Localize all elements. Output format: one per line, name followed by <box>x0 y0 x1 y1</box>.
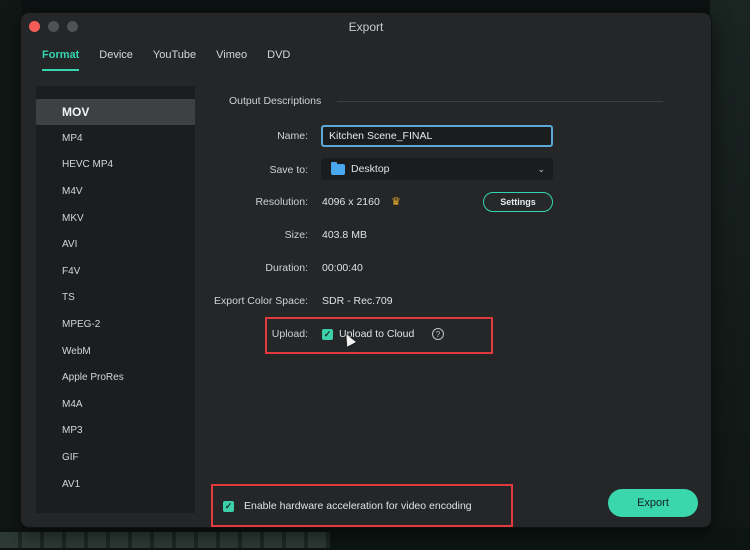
format-item-gif[interactable]: GIF <box>36 444 195 471</box>
size-value: 403.8 MB <box>322 229 367 241</box>
output-section-title: Output Descriptions <box>229 95 322 107</box>
background-editor-right <box>710 0 750 550</box>
size-label: Size: <box>284 229 308 241</box>
save-to-select[interactable]: Desktop ⌄ <box>321 158 553 180</box>
window-controls <box>29 21 78 32</box>
format-item-ts[interactable]: TS <box>36 285 195 312</box>
background-editor-left <box>0 0 22 550</box>
upload-highlight-box <box>265 317 493 354</box>
tab-format[interactable]: Format <box>32 41 89 81</box>
format-item-mp4[interactable]: MP4 <box>36 125 195 152</box>
name-input[interactable] <box>321 125 553 147</box>
timeline-thumbnails <box>0 532 330 548</box>
crown-icon: ♛ <box>391 196 401 208</box>
window-title: Export <box>348 20 384 34</box>
format-item-mkv[interactable]: MKV <box>36 205 195 232</box>
format-item-hevc-mp4[interactable]: HEVC MP4 <box>36 152 195 179</box>
format-item-mov[interactable]: MOV <box>36 99 195 125</box>
color-space-value: SDR - Rec.709 <box>322 295 393 307</box>
tab-dvd[interactable]: DVD <box>257 41 300 81</box>
export-button[interactable]: Export <box>608 489 698 517</box>
title-bar: Export <box>21 13 711 41</box>
section-divider <box>337 101 663 102</box>
settings-button[interactable]: Settings <box>483 192 553 212</box>
format-item-f4v[interactable]: F4V <box>36 258 195 285</box>
format-item-mp3[interactable]: MP3 <box>36 418 195 445</box>
resolution-label: Resolution: <box>255 196 308 208</box>
zoom-window-button[interactable] <box>67 21 78 32</box>
color-space-label: Export Color Space: <box>214 295 308 307</box>
duration-label: Duration: <box>265 262 308 274</box>
format-item-av1[interactable]: AV1 <box>36 471 195 498</box>
export-dialog: Export Format Device YouTube Vimeo DVD M… <box>21 13 711 527</box>
duration-value: 00:00:40 <box>322 262 363 274</box>
save-to-value: Desktop <box>351 163 390 175</box>
format-item-apple-prores[interactable]: Apple ProRes <box>36 364 195 391</box>
hw-accel-highlight-box <box>211 484 513 527</box>
format-item-avi[interactable]: AVI <box>36 231 195 258</box>
folder-icon <box>331 161 345 175</box>
format-item-webm[interactable]: WebM <box>36 338 195 365</box>
resolution-value: 4096 x 2160 <box>322 196 380 208</box>
format-item-m4v[interactable]: M4V <box>36 178 195 205</box>
tab-device[interactable]: Device <box>89 41 143 81</box>
name-label: Name: <box>277 130 308 142</box>
format-item-mpeg-2[interactable]: MPEG-2 <box>36 311 195 338</box>
background-timeline <box>0 528 750 550</box>
close-window-button[interactable] <box>29 21 40 32</box>
tab-youtube[interactable]: YouTube <box>143 41 206 81</box>
export-tabs: Format Device YouTube Vimeo DVD <box>21 41 711 81</box>
chevron-down-icon: ⌄ <box>537 164 545 174</box>
save-to-label: Save to: <box>269 164 308 176</box>
format-list: MOV MP4 HEVC MP4 M4V MKV AVI F4V TS MPEG… <box>36 86 195 513</box>
tab-vimeo[interactable]: Vimeo <box>206 41 257 81</box>
format-item-m4a[interactable]: M4A <box>36 391 195 418</box>
minimize-window-button[interactable] <box>48 21 59 32</box>
